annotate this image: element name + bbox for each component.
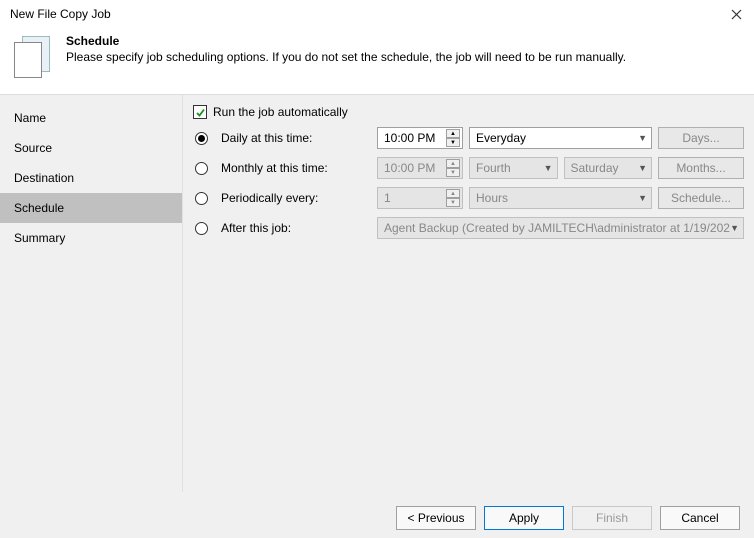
- wizard-header: Schedule Please specify job scheduling o…: [0, 28, 754, 94]
- spinner-icon: ▲▼: [446, 189, 460, 207]
- sidebar-item-destination[interactable]: Destination: [0, 163, 182, 193]
- chevron-down-icon: ▼: [638, 133, 647, 143]
- chevron-down-icon: ▼: [638, 193, 647, 203]
- file-copy-icon: [12, 34, 52, 80]
- cancel-button[interactable]: Cancel: [660, 506, 740, 530]
- monthly-ordinal-combo: Fourth ▼: [469, 157, 558, 179]
- daily-time-input[interactable]: 10:00 PM ▲▼: [377, 127, 463, 149]
- daily-frequency-combo[interactable]: Everyday ▼: [469, 127, 652, 149]
- wizard-footer: < Previous Apply Finish Cancel: [0, 492, 754, 538]
- days-button: Days...: [658, 127, 744, 149]
- run-auto-row: Run the job automatically: [189, 105, 744, 119]
- radio-monthly[interactable]: [195, 162, 208, 175]
- radio-daily[interactable]: [195, 132, 208, 145]
- titlebar: New File Copy Job: [0, 0, 754, 28]
- page-title: Schedule: [66, 34, 626, 48]
- chevron-down-icon: ▼: [730, 223, 739, 233]
- daily-label: Daily at this time:: [221, 131, 371, 145]
- monthly-label: Monthly at this time:: [221, 161, 371, 175]
- previous-button[interactable]: < Previous: [396, 506, 476, 530]
- window-title: New File Copy Job: [10, 7, 111, 21]
- periodic-unit-combo: Hours ▼: [469, 187, 652, 209]
- apply-button[interactable]: Apply: [484, 506, 564, 530]
- schedule-button: Schedule...: [658, 187, 744, 209]
- months-button: Months...: [658, 157, 744, 179]
- content-pane: Run the job automatically Daily at this …: [182, 95, 754, 492]
- sidebar-item-name[interactable]: Name: [0, 103, 182, 133]
- periodic-value-input: 1 ▲▼: [377, 187, 463, 209]
- after-label: After this job:: [221, 221, 371, 235]
- run-auto-label: Run the job automatically: [213, 105, 348, 119]
- radio-periodic[interactable]: [195, 192, 208, 205]
- radio-after[interactable]: [195, 222, 208, 235]
- monthly-time-input: 10:00 PM ▲▼: [377, 157, 463, 179]
- after-job-combo: Agent Backup (Created by JAMILTECH\admin…: [377, 217, 744, 239]
- close-icon[interactable]: [726, 4, 746, 24]
- run-auto-checkbox[interactable]: [193, 105, 207, 119]
- sidebar-item-source[interactable]: Source: [0, 133, 182, 163]
- page-subtitle: Please specify job scheduling options. I…: [66, 50, 626, 64]
- monthly-day-combo: Saturday ▼: [564, 157, 653, 179]
- finish-button: Finish: [572, 506, 652, 530]
- sidebar-item-schedule[interactable]: Schedule: [0, 193, 182, 223]
- chevron-down-icon: ▼: [638, 163, 647, 173]
- chevron-down-icon: ▼: [544, 163, 553, 173]
- spinner-icon: ▲▼: [446, 159, 460, 177]
- periodic-label: Periodically every:: [221, 191, 371, 205]
- wizard-sidebar: Name Source Destination Schedule Summary: [0, 95, 182, 492]
- spinner-icon[interactable]: ▲▼: [446, 129, 460, 147]
- sidebar-item-summary[interactable]: Summary: [0, 223, 182, 253]
